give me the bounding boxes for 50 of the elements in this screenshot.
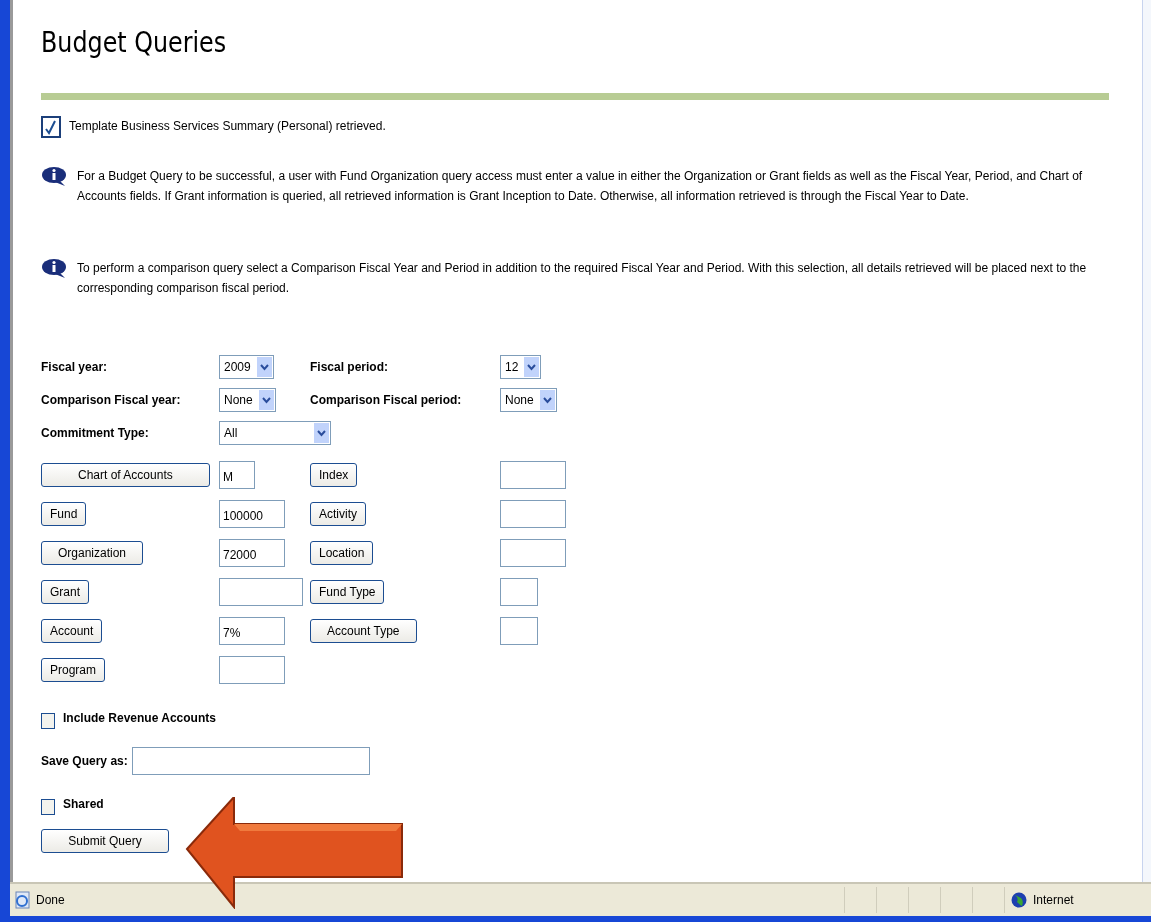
page-title: Budget Queries: [41, 26, 227, 59]
lookup-button[interactable]: Activity: [310, 501, 366, 526]
input-field[interactable]: [500, 538, 566, 567]
input-field[interactable]: [131, 747, 370, 775]
dropdown[interactable]: 2009: [219, 354, 274, 379]
info-icon: [41, 258, 69, 280]
lookup-button[interactable]: Grant: [41, 579, 89, 604]
input-field[interactable]: M: [219, 460, 255, 489]
status-text: Done: [36, 893, 65, 907]
input-field[interactable]: [500, 499, 566, 528]
lookup-button[interactable]: Chart of Accounts: [41, 462, 210, 487]
lookup-button[interactable]: Location: [310, 540, 374, 565]
dropdown[interactable]: All: [219, 420, 331, 445]
page-icon: [14, 891, 32, 909]
field-label: Fiscal year:: [41, 359, 109, 374]
lookup-button[interactable]: Fund Type: [310, 579, 385, 604]
dropdown[interactable]: None: [219, 387, 276, 412]
input-field[interactable]: [219, 577, 303, 606]
input-field[interactable]: [500, 460, 566, 489]
lookup-button[interactable]: Program: [41, 657, 105, 682]
lookup-button[interactable]: Index: [310, 462, 358, 487]
input-field[interactable]: 7%: [219, 616, 285, 645]
checkmark-icon: [41, 116, 61, 138]
field-label: Comparison Fiscal year:: [41, 392, 182, 407]
message-text: Template Business Services Summary (Personal) retrieved.: [69, 118, 386, 135]
lookup-button[interactable]: Organization: [41, 540, 144, 565]
zone-text: Internet: [1033, 893, 1074, 907]
globe-icon: [1011, 892, 1027, 908]
checkbox-label: Include Revenue Accounts: [63, 711, 216, 725]
lookup-button[interactable]: Account Type: [310, 618, 417, 643]
input-field[interactable]: [500, 577, 538, 606]
dropdown[interactable]: 12: [500, 354, 542, 379]
message-text: To perform a comparison query select a Comparison Fiscal Year and Period in addition to the required Fiscal Year and Period. With this selection, all details retrieved will be placed next to the corresponding comparison fiscal period.: [77, 260, 1088, 297]
field-label: Fiscal period:: [310, 359, 390, 374]
input-field[interactable]: 100000: [219, 499, 285, 528]
input-field[interactable]: [219, 655, 285, 684]
input-field[interactable]: [500, 616, 538, 645]
info-icon: [41, 166, 69, 188]
lookup-button[interactable]: Account: [41, 618, 103, 643]
message-text: For a Budget Query to be successful, a user with Fund Organization query access must enter a value in either the Organization or Grant fields as well as the Fiscal Year, Period, and Chart of Accounts fields. If Grant information is queried, all retrieved information is Grant Inception to Date. Otherwise, all information retrieved is through the Fiscal Year to Date.: [77, 168, 1084, 205]
field-label: Comparison Fiscal period:: [310, 392, 463, 407]
submit-button[interactable]: Submit Query: [41, 829, 169, 853]
input-field[interactable]: 72000: [219, 538, 285, 567]
dropdown[interactable]: None: [500, 387, 557, 412]
field-label: Commitment Type:: [41, 425, 150, 440]
checkbox[interactable]: [41, 713, 55, 729]
field-label: Save Query as:: [41, 754, 128, 768]
checkbox[interactable]: [41, 799, 55, 815]
checkbox-label: Shared: [63, 797, 104, 811]
lookup-button[interactable]: Fund: [41, 501, 87, 526]
